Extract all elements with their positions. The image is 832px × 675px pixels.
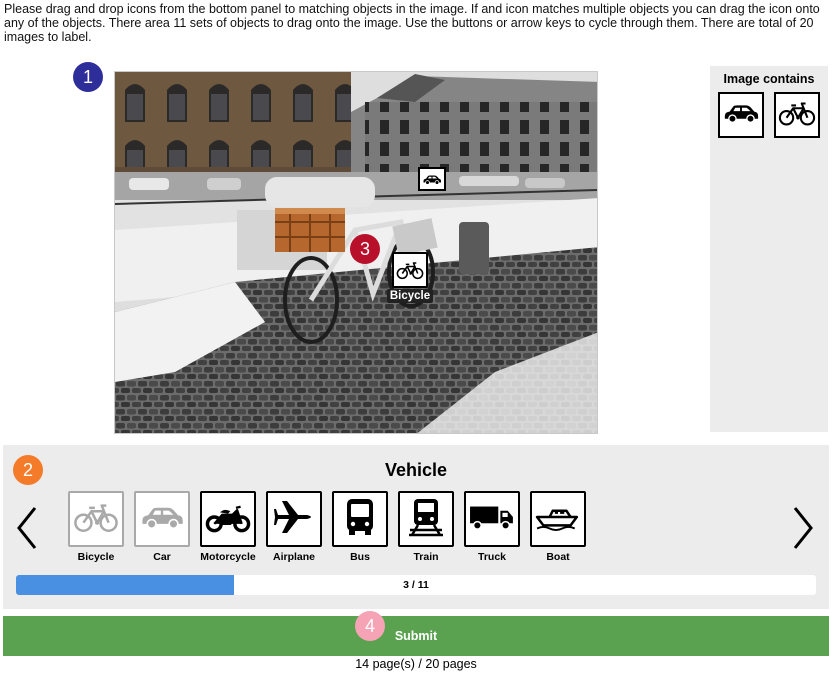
prev-set-button[interactable] (13, 505, 41, 551)
bicycle-tile[interactable] (68, 491, 124, 547)
submit-button[interactable]: Submit (3, 616, 829, 656)
dragging-bicycle-icon[interactable]: Bicycle (386, 252, 434, 306)
icon-label: Boat (546, 551, 570, 563)
truck-icon (469, 502, 515, 537)
icon-label: Bus (350, 551, 370, 563)
bicycle-icon (392, 252, 428, 288)
dragging-label: Bicycle (386, 289, 434, 303)
next-set-button[interactable] (789, 505, 817, 551)
icon-item-bus[interactable]: Bus (327, 491, 393, 563)
placed-car-icon[interactable] (418, 167, 446, 191)
image-contains-panel: Image contains (710, 66, 828, 432)
icon-panel: Vehicle Bicycle Car Motorcycle Airplane … (3, 445, 829, 609)
marker-4: 4 (355, 611, 385, 641)
icon-item-motorcycle[interactable]: Motorcycle (195, 491, 261, 563)
train-icon (408, 497, 444, 542)
icon-list: Bicycle Car Motorcycle Airplane Bus Trai… (63, 491, 591, 563)
instructions-text: Please drag and drop icons from the bott… (4, 2, 820, 44)
airplane-icon (274, 497, 314, 542)
bicycle-icon (778, 99, 816, 132)
marker-3: 3 (350, 234, 380, 264)
page-status: 14 page(s) / 20 pages (355, 657, 477, 671)
car-icon (722, 101, 760, 130)
icon-label: Motorcycle (200, 551, 256, 563)
icon-item-car[interactable]: Car (129, 491, 195, 563)
icon-item-truck[interactable]: Truck (459, 491, 525, 563)
icon-item-train[interactable]: Train (393, 491, 459, 563)
image-contains-title: Image contains (723, 72, 815, 86)
marker-2: 2 (13, 455, 43, 485)
boat-icon (535, 502, 581, 537)
icon-label: Airplane (272, 551, 315, 563)
airplane-tile[interactable] (266, 491, 322, 547)
train-tile[interactable] (398, 491, 454, 547)
contains-bicycle-item[interactable] (774, 92, 820, 138)
submit-label: Submit (394, 629, 438, 643)
icon-item-boat[interactable]: Boat (525, 491, 591, 563)
marker-1: 1 (73, 62, 103, 92)
car-tile[interactable] (134, 491, 190, 547)
progress-text: 3 / 11 (403, 579, 429, 591)
icon-label: Train (413, 551, 439, 563)
icon-item-airplane[interactable]: Airplane (261, 491, 327, 563)
chevron-right-icon (793, 507, 813, 549)
boat-tile[interactable] (530, 491, 586, 547)
car-icon (139, 503, 185, 536)
icon-item-bicycle[interactable]: Bicycle (63, 491, 129, 563)
progress-bar: 3 / 11 (16, 575, 816, 595)
motorcycle-icon (205, 501, 251, 538)
category-title: Vehicle (384, 460, 448, 480)
contains-car-item[interactable] (718, 92, 764, 138)
motorcycle-tile[interactable] (200, 491, 256, 547)
truck-tile[interactable] (464, 491, 520, 547)
bicycle-icon (73, 501, 119, 538)
icon-label: Truck (477, 551, 506, 563)
icon-label: Car (153, 551, 171, 563)
icon-label: Bicycle (77, 551, 115, 563)
bus-icon (344, 497, 376, 542)
bus-tile[interactable] (332, 491, 388, 547)
chevron-left-icon (17, 507, 37, 549)
